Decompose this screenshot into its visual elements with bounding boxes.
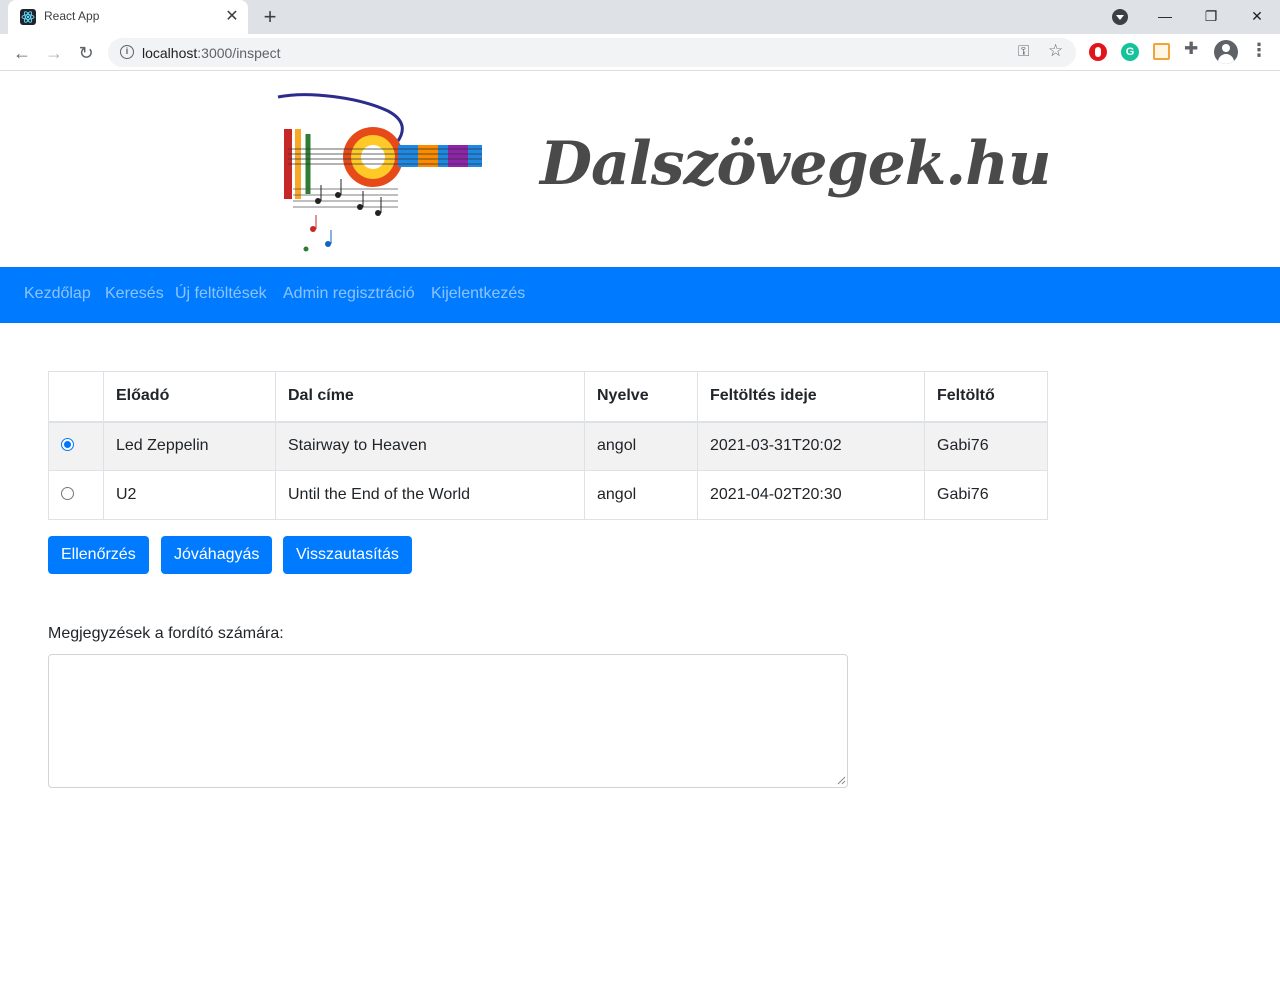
new-tab-icon[interactable]: + [258,5,282,29]
table-row[interactable]: U2 Until the End of the World angol 2021… [48,470,1048,520]
column-header-uploader: Feltöltő [924,371,1048,423]
minimize-icon[interactable]: — [1142,0,1188,34]
check-button[interactable]: Ellenőrzés [48,536,149,574]
column-header-upload-time: Feltöltés ideje [697,371,925,423]
uploader-cell: Gabi76 [924,470,1048,520]
resize-grip-icon[interactable] [836,775,846,785]
column-header-select [48,371,104,423]
back-icon[interactable]: ← [9,40,35,66]
language-cell: angol [584,470,698,520]
brand-title: Dalszövegek.hu [540,129,1051,199]
guitar-logo [277,93,482,252]
approve-button[interactable]: Jóváhagyás [161,536,273,574]
header-banner: Dalszövegek.hu [0,71,1280,267]
browser-toolbar: ← → ↻ i localhost:3000/inspect ⚿ ☆ G ✚ ⋮ [0,34,1280,71]
reload-icon[interactable]: ↻ [73,40,99,66]
title-cell: Until the End of the World [275,470,585,520]
adblock-icon[interactable] [1089,43,1107,61]
close-tab-icon[interactable]: ✕ [222,7,242,27]
menu-icon[interactable]: ⋮ [1250,40,1268,61]
tab-title: React App [44,9,100,23]
grammarly-icon[interactable]: G [1121,43,1139,61]
nav-link-new-uploads[interactable]: Új feltöltések [175,285,267,303]
column-header-language: Nyelve [584,371,698,423]
row-select-cell [48,470,104,520]
column-header-title: Dal címe [275,371,585,423]
language-cell: angol [584,421,698,471]
key-icon[interactable]: ⚿ [1018,43,1029,60]
nav-link-logout[interactable]: Kijelentkezés [431,285,525,303]
row-radio[interactable] [61,438,74,452]
main-navbar: Kezdőlap Keresés Új feltöltések Admin re… [0,267,1280,323]
nav-link-admin-registration[interactable]: Admin regisztráció [283,285,415,303]
reject-button[interactable]: Visszautasítás [283,536,412,574]
puzzle-icon[interactable]: ✚ [1184,39,1198,59]
extension-icon[interactable] [1153,43,1170,60]
upload-time-cell: 2021-04-02T20:30 [697,470,925,520]
upload-time-cell: 2021-03-31T20:02 [697,421,925,471]
profile-icon[interactable] [1214,40,1238,64]
tab-search-icon[interactable] [1112,9,1128,25]
notes-label: Megjegyzések a fordító számára: [48,625,284,642]
row-select-cell [48,421,104,471]
window-close-icon[interactable]: ✕ [1234,0,1280,34]
table-row[interactable]: Led Zeppelin Stairway to Heaven angol 20… [48,421,1048,471]
url-text[interactable]: localhost:3000/inspect [142,45,281,61]
artist-cell: U2 [103,470,276,520]
forward-icon[interactable]: → [41,40,67,66]
restore-icon[interactable]: ❐ [1188,0,1234,34]
row-radio[interactable] [61,487,74,500]
nav-link-home[interactable]: Kezdőlap [24,285,91,303]
table-header-row: Előadó Dal címe Nyelve Feltöltés ideje F… [48,371,1048,423]
nav-link-search[interactable]: Keresés [105,285,164,303]
browser-tab[interactable]: React App ✕ [8,0,248,34]
artist-cell: Led Zeppelin [103,421,276,471]
react-icon [20,9,36,25]
uploader-cell: Gabi76 [924,421,1048,471]
info-icon[interactable]: i [120,45,134,59]
browser-tabstrip: React App ✕ + — ❐ ✕ [0,0,1280,34]
uploads-table: Előadó Dal címe Nyelve Feltöltés ideje F… [48,371,1048,520]
notes-textarea[interactable] [48,654,848,788]
address-bar[interactable]: i localhost:3000/inspect ⚿ ☆ [108,38,1076,67]
title-cell: Stairway to Heaven [275,421,585,471]
star-icon[interactable]: ☆ [1048,41,1063,61]
column-header-artist: Előadó [103,371,276,423]
